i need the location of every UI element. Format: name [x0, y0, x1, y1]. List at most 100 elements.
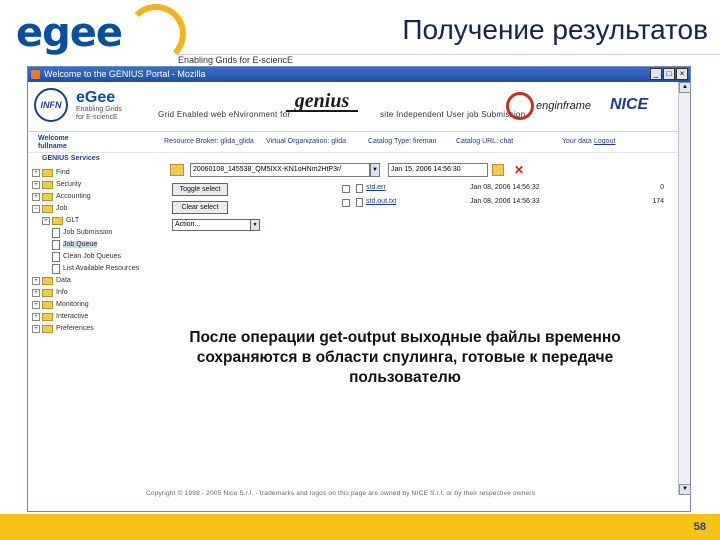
enginframe-circle-icon	[506, 92, 534, 120]
sidebar-item-label: Job Submission	[63, 229, 113, 236]
sidebar-item-label: Security	[56, 181, 82, 188]
sidebar-item-info[interactable]: + Info	[32, 287, 68, 298]
sidebar-item-find[interactable]: + Find	[32, 167, 70, 178]
sidebar-item-job-queue[interactable]: Job Queue	[52, 239, 98, 250]
sidebar-item-security[interactable]: + Security	[32, 179, 81, 190]
catalog-url: Catalog URL: chat	[456, 138, 514, 145]
window-titlebar[interactable]: Welcome to the GENIUS Portal - Mozilla _…	[28, 67, 690, 82]
services-sidebar: GENIUS Services + Find + Security + Acco…	[28, 155, 158, 485]
sidebar-item-label: Job	[56, 205, 68, 212]
tagline: Enabling Grids for E-sciencE	[178, 55, 294, 65]
date-field[interactable]: Jan 15, 2006 14:56:30	[388, 163, 488, 177]
folder-icon	[42, 276, 53, 285]
logout-link[interactable]: Logout	[594, 138, 615, 145]
window-controls: _ □ ×	[650, 68, 688, 80]
enginframe-logo: enginframe	[506, 92, 591, 120]
document-icon	[52, 251, 60, 262]
folder-icon	[42, 324, 53, 333]
output-path-field[interactable]: 20060108_145538_QM5IXX-KN1oHNm2HtP3r/	[190, 163, 370, 177]
grid-env-text: Grid Enabled web eNvironment for	[158, 110, 291, 119]
expand-icon[interactable]: +	[32, 180, 40, 189]
expand-icon[interactable]: +	[32, 312, 40, 321]
sidebar-item-label: Monitoring	[56, 301, 89, 308]
expand-icon[interactable]: +	[32, 168, 40, 177]
sidebar-item-interactive[interactable]: + Interactive	[32, 311, 88, 322]
genius-logo: genius	[286, 90, 358, 112]
folder-icon	[42, 300, 53, 309]
slide-footer: 58	[0, 514, 720, 540]
chevron-down-icon[interactable]: ▼	[370, 163, 380, 177]
scroll-down-icon[interactable]: ▼	[679, 484, 691, 495]
maximize-button[interactable]: □	[663, 68, 675, 80]
expand-icon[interactable]: +	[32, 192, 40, 201]
toggle-select-button[interactable]: Toggle select	[172, 183, 228, 196]
expand-icon[interactable]: +	[42, 216, 50, 225]
sidebar-item-label: Info	[56, 289, 68, 296]
sidebar-item-preferences[interactable]: + Preferences	[32, 323, 94, 334]
open-folder-icon[interactable]	[492, 164, 504, 176]
file-icon	[356, 184, 363, 193]
sidebar-item-job[interactable]: − Job	[32, 203, 67, 214]
path-bar: 20060108_145538_QM5IXX-KN1oHNm2HtP3r/ ▼ …	[170, 163, 524, 177]
sidebar-item-label: Job Queue	[63, 241, 98, 248]
sidebar-item-glt[interactable]: + GLT	[42, 215, 79, 226]
slide-header: egee Enabling Grids for E-sciencE Получе…	[0, 0, 720, 66]
expand-icon[interactable]: +	[32, 300, 40, 309]
virtual-organization: Virtual Organization: glida	[266, 138, 347, 145]
folder-icon	[42, 180, 53, 189]
expand-icon[interactable]: +	[32, 324, 40, 333]
expand-icon[interactable]: +	[32, 276, 40, 285]
minimize-button[interactable]: _	[650, 68, 662, 80]
your-data-link[interactable]: Your data	[562, 138, 592, 145]
sidebar-item-label: Preferences	[56, 325, 94, 332]
folder-icon	[42, 168, 53, 177]
sidebar-item-label: Clean Job Queues	[63, 253, 121, 260]
sidebar-item-monitoring[interactable]: + Monitoring	[32, 299, 89, 310]
delete-icon[interactable]: ✕	[514, 164, 524, 176]
action-dropdown[interactable]: Action... ▼	[172, 219, 260, 231]
vertical-scrollbar[interactable]: ▲ ▼	[678, 82, 691, 495]
egee-logo: egee	[6, 4, 186, 64]
sidebar-item-accounting[interactable]: + Accounting	[32, 191, 91, 202]
folder-icon	[42, 288, 53, 297]
callout-text: После операции get-output выходные файлы…	[189, 329, 621, 386]
sidebar-item-label: Find	[56, 169, 70, 176]
expand-icon[interactable]: +	[32, 288, 40, 297]
sidebar-title: GENIUS Services	[42, 155, 100, 162]
file-name-link[interactable]: std.err	[366, 184, 386, 191]
welcome-line2: fullname	[38, 143, 67, 150]
copyright-text: Copyright © 1998 - 2005 Nice S.r.l. - tr…	[146, 490, 536, 497]
sidebar-item-data[interactable]: + Data	[32, 275, 71, 286]
welcome-line1: Welcome	[38, 135, 69, 142]
close-button[interactable]: ×	[676, 68, 688, 80]
portal-banner: INFN eGee Enabling Grids for E-sciencE g…	[28, 82, 678, 132]
scroll-up-icon[interactable]: ▲	[679, 82, 691, 93]
chevron-down-icon[interactable]: ▼	[250, 220, 259, 230]
page-number: 58	[693, 521, 706, 533]
file-size: 0	[660, 184, 664, 191]
sidebar-item-label: GLT	[66, 217, 80, 224]
egee-banner-tagline: Enabling Grids for E-sciencE	[76, 106, 122, 121]
document-icon	[52, 239, 60, 250]
mozilla-icon	[31, 70, 40, 79]
folder-icon	[52, 216, 63, 225]
clear-select-button[interactable]: Clear select	[172, 201, 228, 214]
file-size: 174	[652, 198, 664, 205]
sidebar-item-label: Interactive	[56, 313, 89, 320]
sidebar-item-list-resources[interactable]: List Available Resources	[52, 263, 139, 274]
folder-icon	[42, 192, 53, 201]
welcome-label: Welcome fullname	[38, 135, 69, 151]
info-bar: Welcome fullname Resource Broker: glida_…	[28, 133, 678, 153]
file-checkbox[interactable]	[342, 199, 350, 207]
file-checkbox[interactable]	[342, 185, 350, 193]
collapse-icon[interactable]: −	[32, 204, 40, 213]
resource-broker: Resource Broker: glida_glida	[164, 138, 254, 145]
egee-banner-text: eGee	[76, 89, 116, 106]
file-name-link[interactable]: std.out.txt	[366, 198, 396, 205]
sidebar-item-clean-job-queues[interactable]: Clean Job Queues	[52, 251, 121, 262]
sidebar-item-job-submission[interactable]: Job Submission	[52, 227, 112, 238]
folder-up-icon[interactable]	[170, 164, 184, 176]
window-title: Welcome to the GENIUS Portal - Mozilla	[44, 69, 206, 79]
sidebar-item-label: Accounting	[56, 193, 91, 200]
file-row: std.out.txt Jan 08, 2006 14:56:33 174	[342, 197, 672, 209]
